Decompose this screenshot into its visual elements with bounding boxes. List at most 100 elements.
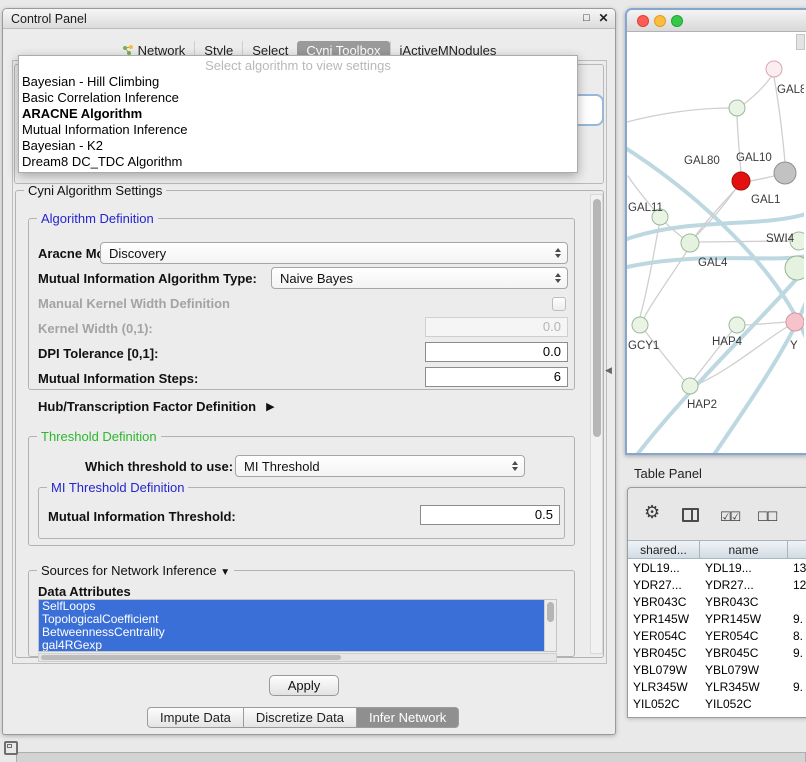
attribute-item[interactable]: BetweennessCentrality [39, 626, 544, 639]
zoom-traffic-light[interactable] [671, 15, 683, 27]
network-node[interactable] [682, 378, 698, 394]
table-cell[interactable]: 13 [788, 561, 806, 575]
table-cell[interactable]: YLR345W [628, 680, 700, 694]
close-icon[interactable]: ✕ [596, 11, 611, 25]
scrollbar-thumb[interactable] [593, 199, 601, 437]
columns-icon[interactable] [682, 508, 699, 522]
close-traffic-light[interactable] [637, 15, 649, 27]
table-cell[interactable]: YDL19... [628, 561, 700, 575]
table-cell[interactable]: 8. [788, 629, 806, 643]
network-node[interactable] [766, 61, 782, 77]
mi-algorithm-type-select[interactable]: Naive Bayes [271, 267, 568, 289]
tab-infer-network[interactable]: Infer Network [357, 707, 459, 728]
sources-toggle[interactable]: Sources for Network Inference ▼ [37, 563, 234, 578]
scrollbar-thumb[interactable] [547, 602, 554, 622]
table-row[interactable]: YBR043CYBR043C [628, 593, 806, 610]
select-all-icon[interactable]: ☑☑ [720, 509, 739, 525]
node-label: SWI4 [766, 233, 795, 245]
table-cell[interactable]: YBR045C [628, 646, 700, 660]
table-cell[interactable]: YDR27... [628, 578, 700, 592]
network-node[interactable] [732, 172, 750, 190]
aracne-mode-select[interactable]: Discovery [100, 242, 568, 264]
dpi-tolerance-input[interactable]: 0.0 [425, 342, 568, 362]
float-window-icon[interactable]: □ [579, 12, 594, 24]
table-cell[interactable]: 9. [788, 680, 806, 694]
network-window-titlebar[interactable] [627, 10, 806, 32]
network-edge[interactable] [750, 176, 774, 181]
minimize-traffic-light[interactable] [654, 15, 666, 27]
table-cell[interactable]: 9. [788, 646, 806, 660]
network-canvas[interactable]: GAL8GAL80GAL10GAL11GAL1SWI4GAL4GCY1HAP4Y… [627, 32, 804, 453]
table-row[interactable]: YPR145WYPR145W9. [628, 610, 806, 627]
attribute-item[interactable]: gal4RGexp [39, 639, 544, 652]
apply-button[interactable]: Apply [269, 675, 339, 696]
column-header-shared-name[interactable]: shared... [628, 541, 700, 558]
network-node[interactable] [774, 162, 796, 184]
table-cell[interactable]: YIL052C [628, 697, 700, 711]
table-cell[interactable]: YPR145W [628, 612, 700, 626]
network-edge[interactable] [746, 322, 786, 325]
algorithm-option[interactable]: Dream8 DC_TDC Algorithm [19, 154, 577, 170]
table-cell[interactable]: YLR345W [700, 680, 788, 694]
deselect-all-icon[interactable]: ☐☐ [757, 509, 776, 525]
table-cell[interactable]: YBL079W [628, 663, 700, 677]
scrollbar-thumb[interactable] [41, 655, 341, 660]
algorithm-option[interactable]: Basic Correlation Inference [19, 90, 577, 106]
kernel-width-label: Kernel Width (0,1): [38, 321, 153, 336]
table-row[interactable]: YLR345WYLR345W9. [628, 678, 806, 695]
tab-discretize-data[interactable]: Discretize Data [244, 707, 357, 728]
attribute-list-hscrollbar[interactable] [38, 653, 557, 662]
table-cell[interactable]: 12 [788, 578, 806, 592]
table-row[interactable]: YBL079WYBL079W [628, 661, 806, 678]
attribute-item[interactable]: SelfLoops [39, 600, 544, 613]
network-node[interactable] [729, 317, 745, 333]
network-edge[interactable] [744, 77, 771, 104]
table-cell[interactable]: YDR27... [700, 578, 788, 592]
manual-kernel-width-checkbox[interactable] [552, 297, 566, 311]
network-edge[interactable] [640, 226, 659, 317]
column-header-extra[interactable] [788, 541, 806, 558]
threshold-type-select[interactable]: MI Threshold [235, 455, 525, 477]
algorithm-option-selected[interactable]: ARACNE Algorithm [19, 106, 577, 122]
control-panel-titlebar[interactable]: Control Panel □ ✕ [3, 9, 615, 29]
table-row[interactable]: YER054CYER054C8. [628, 627, 806, 644]
table-cell[interactable]: YBR045C [700, 646, 788, 660]
mi-threshold-input[interactable]: 0.5 [420, 505, 560, 525]
network-node[interactable] [632, 317, 648, 333]
tab-impute-data[interactable]: Impute Data [147, 707, 244, 728]
algorithm-option[interactable]: Mutual Information Inference [19, 122, 577, 138]
algorithm-option[interactable]: Bayesian - Hill Climbing [19, 74, 577, 90]
mi-steps-input[interactable]: 6 [425, 367, 568, 387]
table-cell[interactable]: YBL079W [700, 663, 788, 677]
table-cell[interactable]: YBR043C [700, 595, 788, 609]
network-node[interactable] [681, 234, 699, 252]
collapse-arrow-icon: ▼ [220, 567, 230, 578]
table-row[interactable]: YDL19...YDL19...13 [628, 559, 806, 576]
hub-definition-toggle[interactable]: Hub/Transcription Factor Definition ▶ [38, 399, 275, 414]
network-edge[interactable] [636, 268, 804, 453]
attribute-item[interactable]: TopologicalCoefficient [39, 613, 544, 626]
restore-panel-icon[interactable] [4, 741, 18, 755]
column-header-name[interactable]: name [700, 541, 788, 558]
network-edge[interactable] [645, 331, 684, 380]
network-edge[interactable] [627, 108, 729, 122]
table-cell[interactable]: 9. [788, 612, 806, 626]
table-cell[interactable]: YBR043C [628, 595, 700, 609]
table-cell[interactable]: YER054C [628, 629, 700, 643]
network-node[interactable] [729, 100, 745, 116]
network-node[interactable] [786, 313, 804, 331]
table-row[interactable]: YIL052CYIL052C [628, 695, 806, 712]
table-row[interactable]: YDR27...YDR27...12 [628, 576, 806, 593]
collapse-panel-icon[interactable]: ◀ [605, 365, 612, 376]
settings-scrollbar[interactable] [590, 194, 603, 654]
gear-icon[interactable]: ⚙ [644, 502, 660, 523]
network-node[interactable] [785, 256, 804, 280]
table-cell[interactable]: YPR145W [700, 612, 788, 626]
algorithm-option[interactable]: Bayesian - K2 [19, 138, 577, 154]
attribute-list-vscrollbar[interactable] [544, 600, 556, 651]
table-cell[interactable]: YDL19... [700, 561, 788, 575]
table-cell[interactable]: YER054C [700, 629, 788, 643]
table-header: shared... name [628, 540, 806, 559]
table-cell[interactable]: YIL052C [700, 697, 788, 711]
table-row[interactable]: YBR045CYBR045C9. [628, 644, 806, 661]
